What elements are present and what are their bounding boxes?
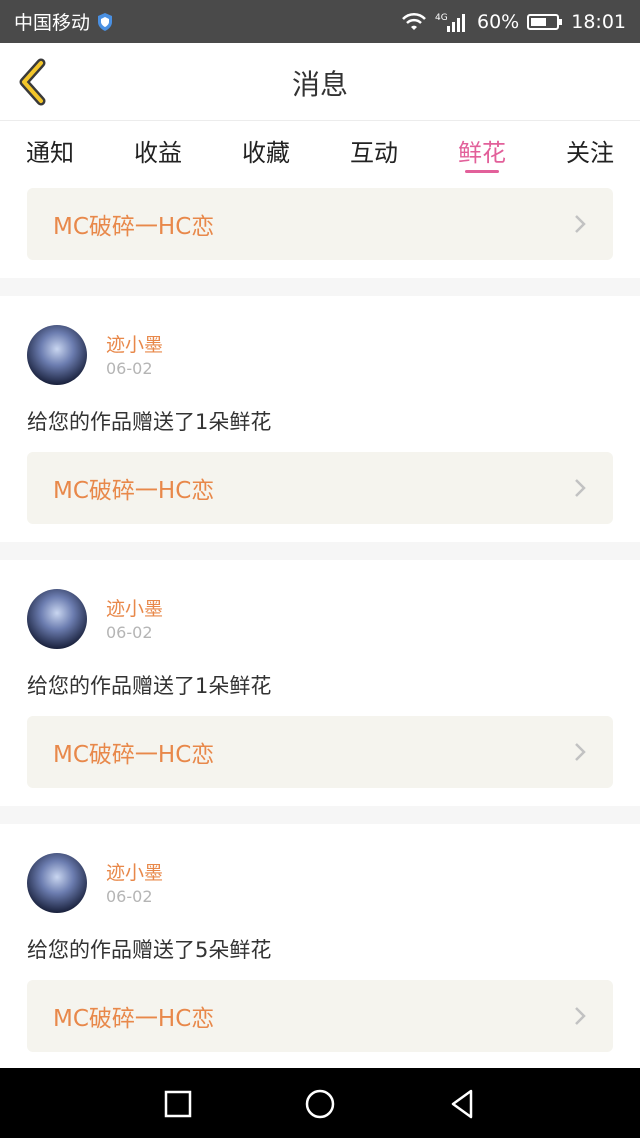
message-text: 给您的作品赠送了5朵鲜花 <box>27 938 272 962</box>
tab-favorites[interactable]: 收藏 <box>242 121 290 179</box>
work-link-card[interactable]: MC破碎一HC恋 <box>27 188 613 260</box>
home-icon[interactable] <box>302 1086 338 1122</box>
work-title: MC破碎一HC恋 <box>53 1006 215 1032</box>
user-name[interactable]: 迹小墨 <box>106 858 163 885</box>
status-right: 4G 60% 18:01 <box>401 11 626 33</box>
page-title: 消息 <box>291 68 348 101</box>
system-nav-bar <box>0 1068 640 1138</box>
status-bar: 中国移动 4G 60% 18:01 <box>0 0 640 43</box>
tab-label: 关注 <box>566 138 614 167</box>
tab-label: 互动 <box>350 138 398 167</box>
user-name[interactable]: 迹小墨 <box>106 330 163 357</box>
shield-icon <box>98 12 113 31</box>
tab-notifications[interactable]: 通知 <box>26 121 74 179</box>
wifi-icon <box>402 12 426 30</box>
clock: 18:01 <box>571 10 626 33</box>
tab-label: 收益 <box>134 138 182 167</box>
chevron-right-icon <box>575 1007 586 1025</box>
avatar[interactable] <box>27 589 87 649</box>
battery-icon <box>527 13 563 30</box>
message-date: 06-02 <box>106 887 153 906</box>
tab-follows[interactable]: 关注 <box>566 121 614 179</box>
user-name[interactable]: 迹小墨 <box>106 594 163 621</box>
section-divider <box>0 806 640 824</box>
avatar[interactable] <box>27 853 87 913</box>
tab-label: 收藏 <box>242 138 290 167</box>
tab-bar: 通知 收益 收藏 互动 鲜花 关注 <box>0 121 640 179</box>
carrier-label: 中国移动 <box>14 12 91 34</box>
work-title: MC破碎一HC恋 <box>53 214 215 240</box>
tab-interactions[interactable]: 互动 <box>350 121 398 179</box>
chevron-right-icon <box>575 215 586 233</box>
work-link-card[interactable]: MC破碎一HC恋 <box>27 716 613 788</box>
message-date: 06-02 <box>106 623 153 642</box>
message-list[interactable]: MC破碎一HC恋 迹小墨 06-02 给您的作品赠送了1朵鲜花 MC破碎一HC恋… <box>0 179 640 1068</box>
work-link-card[interactable]: MC破碎一HC恋 <box>27 980 613 1052</box>
message-text: 给您的作品赠送了1朵鲜花 <box>27 410 272 434</box>
tab-label: 鲜花 <box>458 138 506 167</box>
back-triangle-icon[interactable] <box>444 1086 480 1122</box>
recent-apps-icon[interactable] <box>160 1086 196 1122</box>
work-title: MC破碎一HC恋 <box>53 478 215 504</box>
chevron-right-icon <box>575 479 586 497</box>
chevron-right-icon <box>575 743 586 761</box>
network-type-label: 4G <box>435 13 448 23</box>
work-link-card[interactable]: MC破碎一HC恋 <box>27 452 613 524</box>
active-tab-indicator <box>465 170 499 173</box>
section-divider <box>0 278 640 296</box>
tab-earnings[interactable]: 收益 <box>134 121 182 179</box>
tab-flowers[interactable]: 鲜花 <box>458 121 506 179</box>
header: 消息 <box>0 43 640 121</box>
avatar[interactable] <box>27 325 87 385</box>
message-text: 给您的作品赠送了1朵鲜花 <box>27 674 272 698</box>
signal-icon: 4G <box>435 13 465 32</box>
section-divider <box>0 542 640 560</box>
status-left: 中国移动 <box>14 8 114 35</box>
work-title: MC破碎一HC恋 <box>53 742 215 768</box>
tab-label: 通知 <box>26 138 74 167</box>
message-date: 06-02 <box>106 359 153 378</box>
battery-percent: 60% <box>477 10 520 33</box>
